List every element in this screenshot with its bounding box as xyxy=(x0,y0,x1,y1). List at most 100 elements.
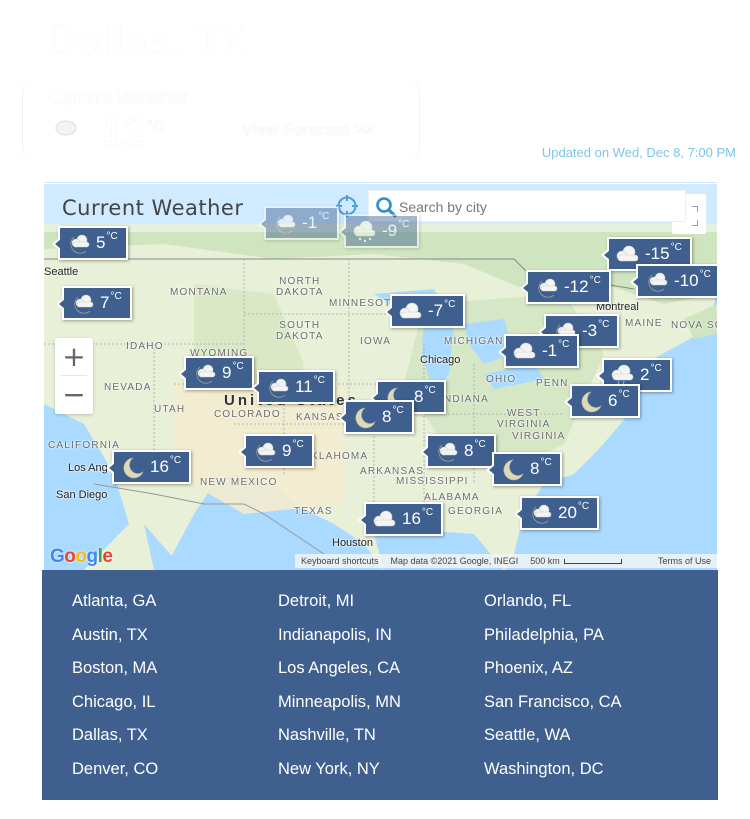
marker-unit: °C xyxy=(110,291,122,302)
moon-icon xyxy=(503,459,524,481)
weather-marker[interactable]: 8 °C xyxy=(420,434,496,468)
marker-unit: °C xyxy=(670,242,682,253)
map-label-nova-scotia: NOVA SCO xyxy=(671,320,717,331)
partly-cloudy-night-icon xyxy=(269,378,289,398)
weather-marker[interactable]: 5 °C xyxy=(52,226,128,260)
weather-marker[interactable]: -10 °C xyxy=(630,264,717,298)
google-logo[interactable]: Google xyxy=(50,546,113,568)
marker-unit: °C xyxy=(424,385,436,396)
city-title: Dallas, TX xyxy=(48,18,249,62)
city-link[interactable]: San Francisco, CA xyxy=(484,691,622,725)
terms-of-use-link[interactable]: Terms of Use xyxy=(652,556,717,566)
city-link[interactable]: Chicago, IL xyxy=(72,691,158,725)
current-weather-label: Current Weather xyxy=(48,88,189,109)
marker-temperature: -3 xyxy=(582,321,598,340)
weather-marker[interactable]: 8 °C xyxy=(486,452,562,486)
marker-unit: °C xyxy=(318,211,330,222)
marker-temperature: -1 xyxy=(542,341,558,360)
marker-unit: °C xyxy=(392,405,404,416)
weather-marker[interactable]: 9 °C xyxy=(238,434,314,468)
map-label-georgia: GEORGIA xyxy=(448,506,504,517)
map-scale[interactable]: 500 km xyxy=(524,556,628,566)
city-link[interactable]: Detroit, MI xyxy=(278,590,401,624)
marker-temperature: -1 xyxy=(302,213,318,232)
marker-temperature: 9 xyxy=(282,441,292,460)
weather-marker[interactable]: 9 °C xyxy=(178,356,254,390)
city-link[interactable]: Dallas, TX xyxy=(72,724,158,758)
marker-unit: °C xyxy=(444,299,456,310)
zoom-out-button[interactable]: − xyxy=(55,376,93,413)
marker-unit: °C xyxy=(598,319,610,330)
marker-temperature: -15 xyxy=(645,244,670,263)
zoom-in-button[interactable]: + xyxy=(55,338,93,375)
city-link[interactable]: Austin, TX xyxy=(72,624,158,658)
marker-temperature: 9 xyxy=(222,363,232,382)
cloud-icon xyxy=(399,302,422,319)
map-label-penn: PENN xyxy=(536,378,569,389)
map-label-utah: UTAH xyxy=(154,404,186,415)
city-link[interactable]: Phoenix, AZ xyxy=(484,657,622,691)
marker-temperature: -10 xyxy=(674,271,699,290)
weather-marker[interactable]: 16 °C xyxy=(105,450,192,484)
weather-marker[interactable]: 6 °C xyxy=(564,384,640,418)
city-link[interactable]: Indianapolis, IN xyxy=(278,624,401,658)
map-label-south-dakota: SOUTH DAKOTA xyxy=(276,320,324,342)
city-link[interactable]: Minneapolis, MN xyxy=(278,691,401,725)
weather-marker[interactable]: -1 °C xyxy=(257,206,340,240)
partly-cloudy-night-icon xyxy=(438,442,458,462)
city-link[interactable]: Orlando, FL xyxy=(484,590,622,624)
map-city-san-diego: San Diego xyxy=(56,489,108,501)
weather-map[interactable]: MONTANA NORTH DAKOTA SOUTH DAKOTA MINNES… xyxy=(44,184,717,570)
current-temperature: 12°C xyxy=(102,110,165,154)
map-label-california: CALIFORNIA xyxy=(48,440,121,451)
weather-marker[interactable]: -12 °C xyxy=(520,270,611,304)
city-link[interactable]: Washington, DC xyxy=(484,758,622,792)
city-link[interactable]: Nashville, TN xyxy=(278,724,401,758)
weather-marker[interactable]: 16 °C xyxy=(357,502,444,536)
weather-marker[interactable]: 11 °C xyxy=(251,370,335,404)
marker-temperature: -12 xyxy=(564,277,589,296)
map-label-texas: TEXAS xyxy=(294,506,333,517)
city-link[interactable]: Philadelphia, PA xyxy=(484,624,622,658)
map-label-idaho: IDAHO xyxy=(126,341,164,352)
marker-unit: °C xyxy=(650,363,662,374)
city-link[interactable]: Denver, CO xyxy=(72,758,158,792)
weather-marker[interactable]: -9 °C xyxy=(337,214,420,248)
city-link[interactable]: Los Angeles, CA xyxy=(278,657,401,691)
weather-marker[interactable]: -7 °C xyxy=(383,294,466,328)
keyboard-shortcuts-link[interactable]: Keyboard shortcuts xyxy=(295,556,385,566)
map-label-virginia: VIRGINIA xyxy=(512,431,566,442)
weather-marker[interactable]: -1 °C xyxy=(497,334,580,368)
marker-temperature: -7 xyxy=(428,301,444,320)
city-column-1: Atlanta, GA Austin, TX Boston, MA Chicag… xyxy=(72,590,158,792)
city-link[interactable]: Seattle, WA xyxy=(484,724,622,758)
weather-marker[interactable]: 7 °C xyxy=(56,286,132,320)
marker-temperature: 5 xyxy=(96,233,106,252)
map-city-seattle: Seattle xyxy=(44,266,79,278)
marker-temperature: -9 xyxy=(382,221,398,240)
cloud-icon xyxy=(616,245,639,262)
map-title: Current Weather xyxy=(62,196,244,220)
view-forecast-link[interactable]: View Forecast >> xyxy=(242,120,374,140)
marker-temperature: 11 xyxy=(295,377,313,396)
weather-marker[interactable]: 20 °C xyxy=(513,496,600,530)
partly-cloudy-night-icon xyxy=(538,278,558,298)
city-link[interactable]: Atlanta, GA xyxy=(72,590,158,624)
map-label-ohio: OHIO xyxy=(486,374,517,385)
marker-temperature: 16 xyxy=(402,509,421,528)
city-link[interactable]: Boston, MA xyxy=(72,657,158,691)
marker-temperature: 7 xyxy=(100,293,110,312)
marker-unit: °C xyxy=(421,507,434,518)
partly-cloudy-night-icon xyxy=(196,364,216,384)
map-label-west-virginia: WEST VIRGINIA xyxy=(497,408,551,430)
marker-unit: °C xyxy=(577,501,590,512)
city-link[interactable]: New York, NY xyxy=(278,758,401,792)
weather-marker[interactable]: 8 °C xyxy=(338,400,414,434)
partly-cloudy-night-icon xyxy=(256,442,276,462)
marker-temperature: 8 xyxy=(382,407,392,426)
city-search-input[interactable] xyxy=(399,195,679,219)
zoom-controls: + − xyxy=(55,338,93,414)
marker-unit: °C xyxy=(232,361,244,372)
partly-cloudy-night-icon xyxy=(74,294,94,314)
map-label-mississippi: MISSISSIPPI xyxy=(396,476,469,487)
